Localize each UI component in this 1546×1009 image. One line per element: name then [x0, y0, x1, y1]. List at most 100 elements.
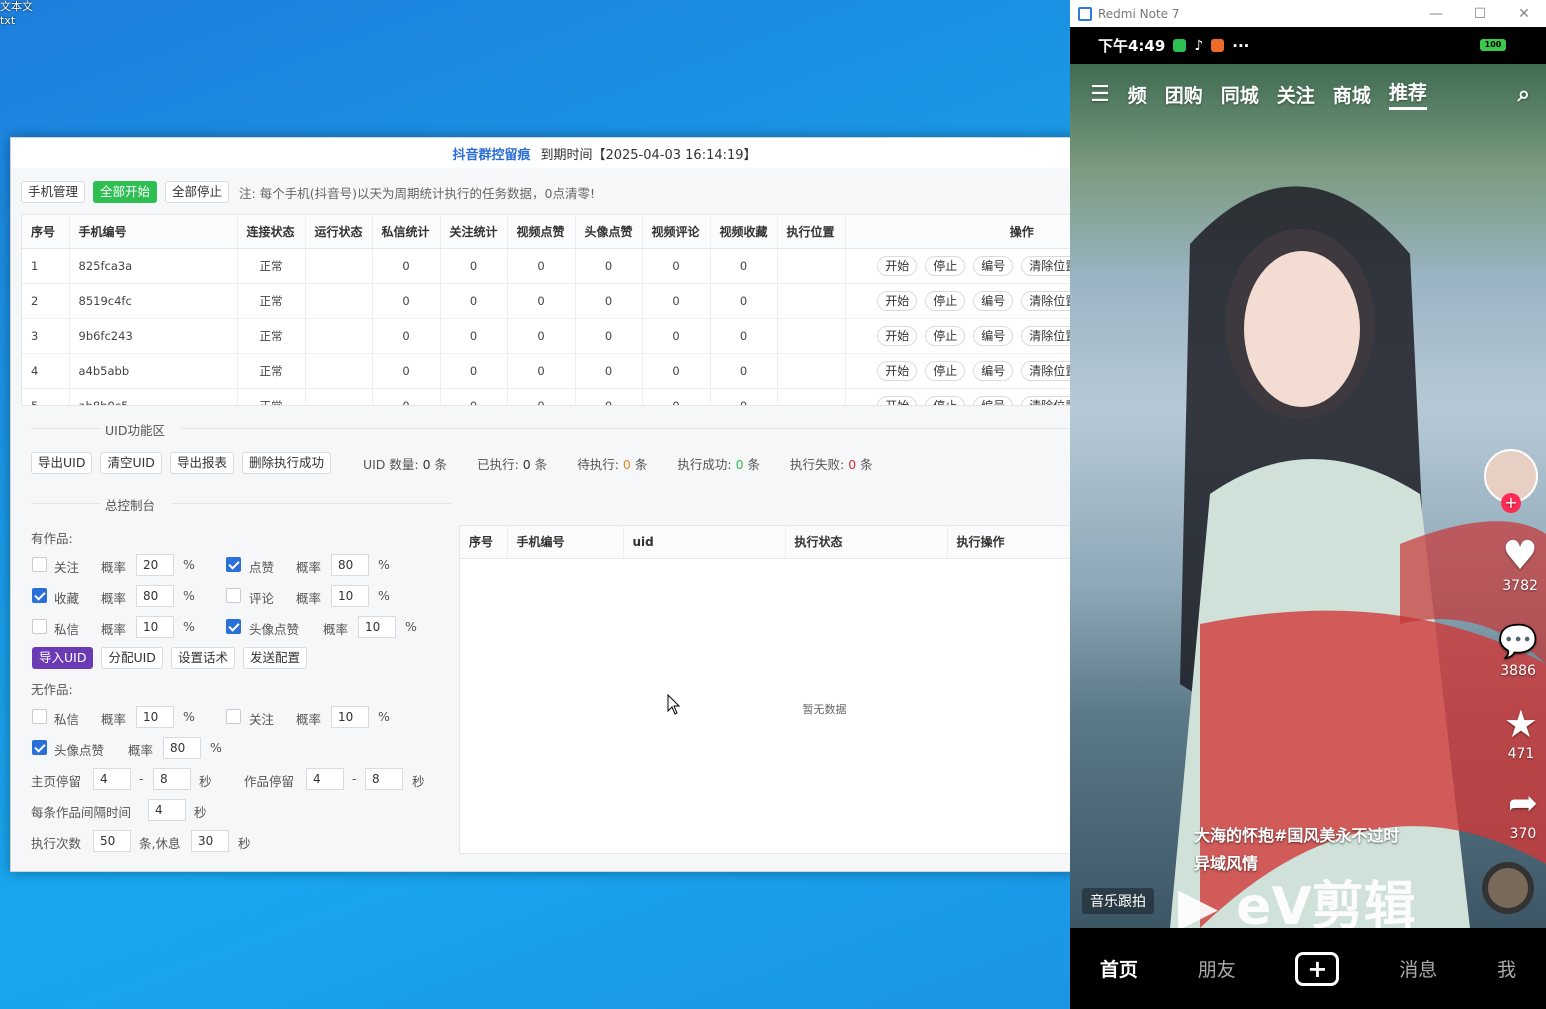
device-op-button[interactable]: 停止: [925, 255, 966, 276]
top-tabs: ☰ 频 团购 同城 关注 商城 推荐 ⌕: [1090, 78, 1530, 110]
device-op-button[interactable]: 停止: [925, 395, 966, 405]
home-stay-min-input[interactable]: 4: [93, 768, 131, 790]
device-op-button[interactable]: 开始: [877, 395, 918, 405]
device-op-button[interactable]: 停止: [925, 290, 966, 311]
dm-checkbox[interactable]: [32, 619, 47, 634]
menu-icon[interactable]: ☰: [1090, 82, 1110, 107]
nav-friends[interactable]: 朋友: [1198, 955, 1236, 982]
work-stay-max-input[interactable]: 8: [365, 768, 403, 790]
avatar-like-checkbox[interactable]: [226, 619, 241, 634]
phone-maximize-button[interactable]: ☐: [1458, 0, 1502, 27]
stop-all-button[interactable]: 全部停止: [165, 181, 230, 203]
follow-plus-icon[interactable]: +: [1501, 493, 1521, 513]
avatar-like-rate-input[interactable]: 10: [358, 616, 396, 638]
music-disc-icon[interactable]: [1482, 862, 1534, 914]
device-op-button[interactable]: 编号: [973, 360, 1014, 381]
send-config-button[interactable]: 发送配置: [242, 647, 307, 669]
nw-follow-rate-input[interactable]: 10: [331, 706, 369, 728]
bottom-nav: 首页 朋友 + 消息 我: [1070, 928, 1546, 1009]
nav-me[interactable]: 我: [1497, 955, 1516, 982]
comment-checkbox[interactable]: [226, 588, 241, 603]
nav-home[interactable]: 首页: [1100, 955, 1138, 982]
nav-messages[interactable]: 消息: [1399, 955, 1437, 982]
nw-avatar-rate-input[interactable]: 80: [163, 737, 201, 759]
tab-2[interactable]: 同城: [1221, 81, 1259, 108]
phone-close-button[interactable]: ✕: [1502, 0, 1546, 27]
tab-4[interactable]: 商城: [1333, 81, 1371, 108]
device-op-button[interactable]: 开始: [877, 325, 918, 346]
follow-label: 关注: [54, 560, 80, 575]
device-cell: 正常: [237, 248, 306, 284]
tab-3[interactable]: 关注: [1277, 81, 1315, 108]
rate-label: 概率: [101, 622, 127, 637]
rate-label: 概率: [101, 712, 127, 727]
assign-uid-button[interactable]: 分配UID: [101, 647, 163, 669]
export-report-button[interactable]: 导出报表: [169, 452, 234, 474]
interval-input[interactable]: 4: [148, 799, 186, 821]
nw-dm-checkbox[interactable]: [32, 709, 47, 724]
device-row: 5ab8b0c5正常000000开始停止编号清除位置发送配置: [22, 388, 1190, 405]
like-rate-input[interactable]: 80: [331, 554, 369, 576]
title-bar: 抖音群控留痕 到期时间【2025-04-03 16:14:19】 — ☐ ✕: [11, 138, 1198, 168]
video-screen[interactable]: ☰ 频 团购 同城 关注 商城 推荐 ⌕ + ♥ 3782 💬 3886 ★ 4…: [1070, 64, 1546, 928]
app-title: 抖音群控留痕: [452, 147, 531, 163]
rest-input[interactable]: 30: [191, 830, 229, 852]
follow-checkbox[interactable]: [32, 557, 47, 572]
device-op-button[interactable]: 停止: [925, 360, 966, 381]
like-checkbox[interactable]: [226, 557, 241, 572]
heart-icon: ♥: [1502, 533, 1538, 579]
device-op-button[interactable]: 编号: [973, 395, 1014, 405]
device-op-button[interactable]: 停止: [925, 325, 966, 346]
tab-5[interactable]: 推荐: [1388, 78, 1427, 110]
author-avatar[interactable]: +: [1484, 449, 1538, 513]
device-col-header: 运行状态: [305, 215, 373, 249]
like-button[interactable]: ♥ 3782: [1502, 534, 1538, 594]
phone-time: 下午4:49: [1098, 37, 1166, 55]
comment-rate-input[interactable]: 10: [331, 585, 369, 607]
favorite-count: 471: [1507, 746, 1535, 762]
publish-plus-icon[interactable]: +: [1295, 951, 1340, 986]
delete-success-button[interactable]: 删除执行成功: [241, 452, 331, 474]
phone-minimize-button[interactable]: —: [1414, 0, 1458, 27]
device-cell: ab8b0c5: [69, 388, 238, 405]
share-button[interactable]: ➦ 370: [1508, 782, 1538, 842]
device-cell: [305, 353, 373, 389]
device-cell: [777, 248, 846, 284]
nw-avatar-like-checkbox[interactable]: [32, 740, 47, 755]
tab-0[interactable]: 频: [1128, 81, 1147, 108]
collect-checkbox[interactable]: [32, 588, 47, 603]
device-op-button[interactable]: 编号: [973, 290, 1014, 311]
follow-rate-input[interactable]: 20: [136, 554, 174, 576]
device-op-button[interactable]: 开始: [877, 290, 918, 311]
collect-rate-input[interactable]: 80: [136, 585, 174, 607]
exec-count-input[interactable]: 50: [93, 830, 131, 852]
comment-label: 评论: [249, 591, 275, 606]
device-cell: 0: [710, 353, 778, 389]
collect-label: 收藏: [54, 591, 80, 606]
phone-manage-button[interactable]: 手机管理: [21, 181, 86, 203]
favorite-button[interactable]: ★ 471: [1504, 702, 1538, 762]
import-uid-button[interactable]: 导入UID: [32, 647, 94, 669]
device-col-header: 头像点赞: [575, 215, 643, 249]
work-stay-min-input[interactable]: 4: [306, 768, 344, 790]
device-cell: 0: [642, 353, 711, 389]
device-op-button[interactable]: 编号: [973, 325, 1014, 346]
nw-follow-checkbox[interactable]: [226, 709, 241, 724]
desktop-file-icon[interactable]: 文本文 txt: [0, 0, 33, 28]
clear-uid-button[interactable]: 清空UID: [100, 452, 162, 474]
start-all-button[interactable]: 全部开始: [93, 181, 158, 203]
device-op-button[interactable]: 开始: [877, 255, 918, 276]
music-follow-button[interactable]: 音乐跟拍: [1082, 888, 1154, 914]
nw-dm-rate-input[interactable]: 10: [136, 706, 174, 728]
device-op-button[interactable]: 开始: [877, 360, 918, 381]
home-stay-max-input[interactable]: 8: [153, 768, 191, 790]
tab-1[interactable]: 团购: [1165, 81, 1203, 108]
set-script-button[interactable]: 设置话术: [170, 647, 235, 669]
export-uid-button[interactable]: 导出UID: [31, 452, 93, 474]
device-op-button[interactable]: 编号: [973, 255, 1014, 276]
rate-label: 概率: [101, 591, 127, 606]
dm-rate-input[interactable]: 10: [136, 616, 174, 638]
nw-avatar-like-label: 头像点赞: [54, 743, 105, 758]
search-icon[interactable]: ⌕: [1518, 82, 1530, 107]
comment-button[interactable]: 💬 3886: [1498, 619, 1538, 679]
